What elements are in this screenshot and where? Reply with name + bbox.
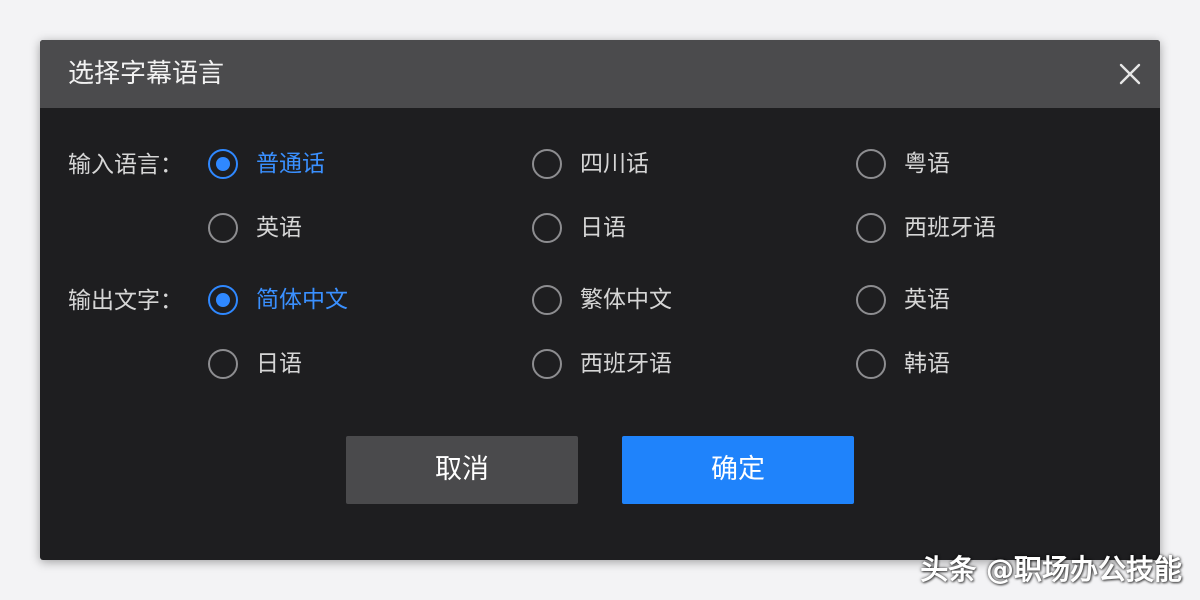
input-language-label: 输入语言：	[68, 152, 183, 178]
option-label: 四川话	[580, 151, 649, 177]
option-label: 韩语	[904, 351, 950, 377]
dialog-title: 选择字幕语言	[68, 59, 225, 89]
screen: 选择字幕语言 输入语言： 普通话 四川话 粤语 英语 日语 西班牙语 输出文字：…	[0, 0, 1200, 600]
radio-button[interactable]	[208, 349, 238, 379]
radio-button[interactable]	[856, 213, 886, 243]
output-option-1[interactable]: 繁体中文	[532, 283, 672, 317]
dialog-titlebar: 选择字幕语言	[40, 40, 1160, 108]
option-label: 粤语	[904, 151, 950, 177]
option-label: 普通话	[256, 151, 325, 177]
subtitle-language-dialog: 选择字幕语言 输入语言： 普通话 四川话 粤语 英语 日语 西班牙语 输出文字：…	[40, 40, 1160, 560]
confirm-button[interactable]: 确定	[622, 436, 854, 504]
output-option-0[interactable]: 简体中文	[208, 283, 348, 317]
radio-button[interactable]	[532, 349, 562, 379]
watermark-text: 头条 @职场办公技能	[920, 553, 1182, 586]
option-label: 日语	[580, 215, 626, 241]
radio-button[interactable]	[856, 285, 886, 315]
input-option-0[interactable]: 普通话	[208, 147, 325, 181]
input-option-4[interactable]: 日语	[532, 211, 626, 245]
input-option-1[interactable]: 四川话	[532, 147, 649, 181]
cancel-button[interactable]: 取消	[346, 436, 578, 504]
output-option-5[interactable]: 韩语	[856, 347, 950, 381]
option-label: 西班牙语	[904, 215, 996, 241]
option-label: 繁体中文	[580, 287, 672, 313]
close-button[interactable]	[1116, 60, 1144, 88]
radio-button[interactable]	[208, 149, 238, 179]
input-option-2[interactable]: 粤语	[856, 147, 950, 181]
input-option-3[interactable]: 英语	[208, 211, 302, 245]
option-label: 日语	[256, 351, 302, 377]
radio-button[interactable]	[208, 213, 238, 243]
option-label: 英语	[904, 287, 950, 313]
radio-button[interactable]	[532, 213, 562, 243]
output-text-label: 输出文字：	[68, 288, 183, 314]
radio-button[interactable]	[856, 149, 886, 179]
option-label: 简体中文	[256, 287, 348, 313]
output-option-3[interactable]: 日语	[208, 347, 302, 381]
radio-button[interactable]	[532, 285, 562, 315]
close-icon	[1119, 63, 1141, 85]
radio-button[interactable]	[532, 149, 562, 179]
radio-button[interactable]	[208, 285, 238, 315]
radio-button[interactable]	[856, 349, 886, 379]
option-label: 英语	[256, 215, 302, 241]
output-option-2[interactable]: 英语	[856, 283, 950, 317]
input-option-5[interactable]: 西班牙语	[856, 211, 996, 245]
output-option-4[interactable]: 西班牙语	[532, 347, 672, 381]
option-label: 西班牙语	[580, 351, 672, 377]
